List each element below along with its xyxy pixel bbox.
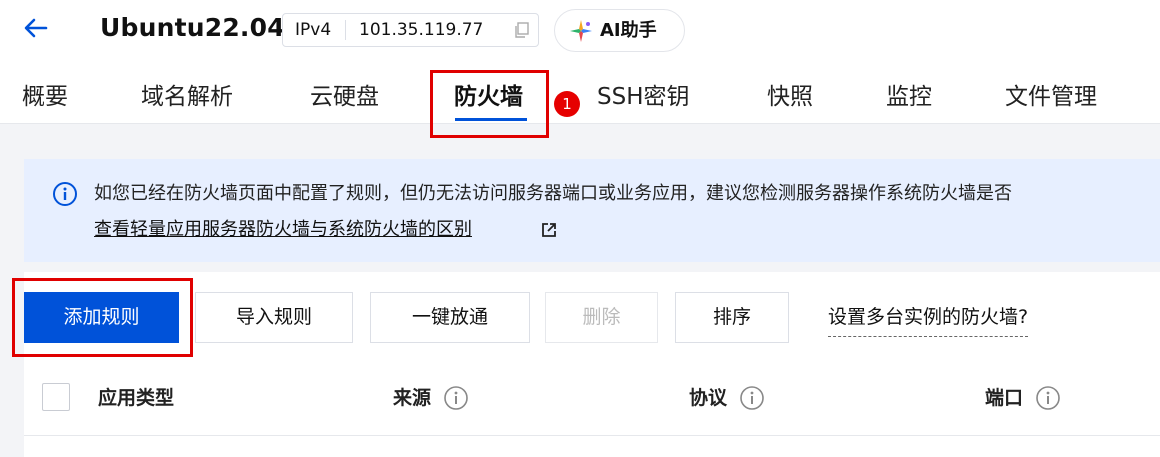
column-header-port[interactable]: 端口 [985,384,1023,412]
info-alert [24,159,1160,262]
source-help-icon[interactable] [443,385,469,411]
tab-monitoring[interactable]: 监控 [886,80,932,114]
select-all-checkbox[interactable] [42,383,70,411]
info-icon [53,182,77,206]
column-header-protocol[interactable]: 协议 [689,384,727,412]
import-rule-button[interactable]: 导入规则 [195,292,353,343]
page-title: Ubuntu22.04 [100,13,285,42]
alert-message: 如您已经在防火墙页面中配置了规则，但仍无法访问服务器端口或业务应用，建议您检测服… [94,183,1012,204]
column-header-app-type[interactable]: 应用类型 [98,384,174,412]
ai-assistant-button[interactable]: AI助手 [554,9,685,52]
ip-address-box: IPv4 101.35.119.77 [282,13,539,47]
step-badge-1: 1 [554,91,580,117]
copy-icon[interactable] [513,22,529,38]
firewall-difference-link[interactable]: 查看轻量应用服务器防火墙与系统防火墙的区别 [94,216,472,244]
external-link-icon[interactable] [540,221,558,239]
tab-dns[interactable]: 域名解析 [141,80,233,114]
tab-ssh-keys[interactable]: SSH密钥 [597,80,690,114]
delete-button[interactable]: 删除 [545,292,658,343]
multi-instance-firewall-link[interactable]: 设置多台实例的防火墙? [828,302,1029,337]
ip-separator [345,20,346,40]
annotation-box-1 [430,70,549,138]
port-help-icon[interactable] [1035,385,1061,411]
back-arrow-icon[interactable] [22,14,50,42]
sort-button[interactable]: 排序 [675,292,789,343]
ai-assistant-label: AI助手 [600,20,657,41]
one-click-open-button[interactable]: 一键放通 [370,292,530,343]
ip-version-label: IPv4 [295,20,332,40]
protocol-help-icon[interactable] [739,385,765,411]
ip-address: 101.35.119.77 [359,20,484,40]
tab-file-management[interactable]: 文件管理 [1005,80,1097,114]
ai-sparkle-icon [570,20,592,42]
tab-overview[interactable]: 概要 [22,80,68,114]
tab-cloud-disk[interactable]: 云硬盘 [310,80,379,114]
column-header-source[interactable]: 来源 [393,384,431,412]
annotation-box-2 [12,278,193,357]
tab-snapshots[interactable]: 快照 [767,80,813,114]
